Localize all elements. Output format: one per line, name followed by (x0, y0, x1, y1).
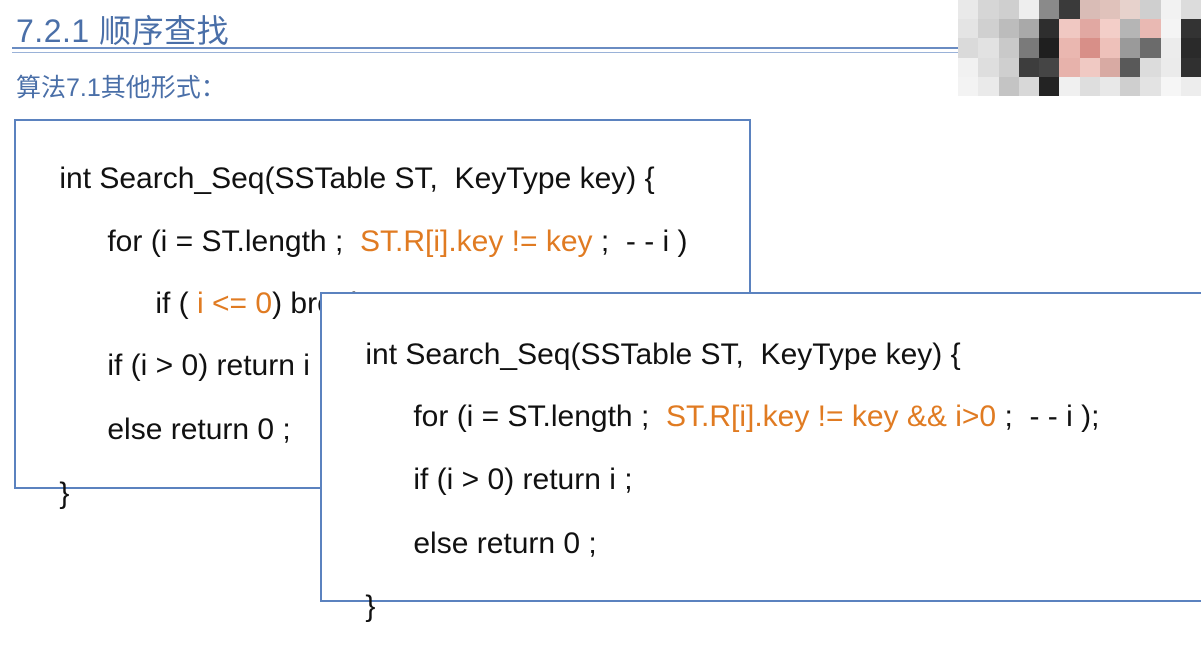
webcam-pixel (1140, 57, 1161, 77)
webcam-pixel (1099, 38, 1120, 58)
webcam-pixel (998, 0, 1019, 20)
webcam-pixel (958, 0, 979, 20)
code-text: if (i > 0) return i ; (107, 349, 327, 382)
webcam-pixel (1018, 76, 1039, 96)
webcam-pixel (1079, 0, 1100, 20)
webcam-pixel (1059, 0, 1080, 20)
webcam-pixel (978, 19, 999, 39)
code-text: if (i > 0) return i ; (413, 463, 633, 496)
webcam-pixel (1180, 0, 1201, 20)
webcam-pixel (1120, 57, 1141, 77)
webcam-pixel (1120, 19, 1141, 39)
webcam-pixel (1079, 19, 1100, 39)
webcam-pixel (978, 38, 999, 58)
webcam-pixel (1140, 0, 1161, 20)
webcam-pixel (1120, 38, 1141, 58)
webcam-pixel (958, 57, 979, 77)
webcam-pixel (1059, 19, 1080, 39)
webcam-pixel (958, 38, 979, 58)
slide-title: 7.2.1 顺序查找 (16, 13, 230, 49)
webcam-pixel (1160, 76, 1181, 96)
webcam-pixel (1099, 57, 1120, 77)
webcam-pixel (1059, 76, 1080, 96)
webcam-pixel (1039, 57, 1060, 77)
webcam-pixel (1018, 0, 1039, 20)
title-underline (12, 47, 960, 49)
webcam-pixel (1180, 76, 1201, 96)
code-text: else return 0 ; (413, 527, 597, 560)
slide-subtitle: 算法7.1其他形式： (16, 74, 226, 102)
code-highlight: ST.R[i].key != key && i>0 (665, 400, 997, 433)
webcam-pixel (1018, 57, 1039, 77)
webcam-pixel (998, 38, 1019, 58)
code-line: } (26, 443, 69, 545)
code-box-algorithm-variant-2: int Search_Seq(SSTable ST, KeyType key) … (320, 292, 1201, 623)
webcam-pixel (1160, 19, 1181, 39)
webcam-pixel (1140, 38, 1161, 58)
webcam-pixel (1160, 0, 1181, 20)
webcam-pixel (1180, 57, 1201, 77)
code-text: ; - - i ); (996, 400, 1100, 433)
webcam-pixel (1140, 76, 1161, 96)
webcam-pixel (1099, 76, 1120, 96)
webcam-pixel (1079, 76, 1100, 96)
webcam-pixel (1160, 38, 1181, 58)
webcam-pixel (958, 19, 979, 39)
webcam-pixel (978, 57, 999, 77)
webcam-pixel (1160, 57, 1181, 77)
webcam-thumbnail (958, 0, 1201, 96)
webcam-pixel (1039, 38, 1060, 58)
webcam-pixel (1120, 0, 1141, 20)
webcam-pixel (958, 76, 979, 96)
code-text: } (365, 590, 376, 623)
webcam-pixel (1018, 38, 1039, 58)
webcam-pixel (1039, 19, 1060, 39)
webcam-pixel (1099, 19, 1120, 39)
webcam-pixel (1099, 0, 1120, 20)
code-line: else return 0 ; (380, 493, 597, 595)
webcam-pixel (978, 76, 999, 96)
title-underline-secondary (12, 52, 960, 53)
webcam-pixel (1039, 76, 1060, 96)
code-text: ; - - i ) (592, 225, 688, 258)
code-highlight: ST.R[i].key != key (359, 225, 593, 258)
webcam-pixel (978, 0, 999, 20)
webcam-pixel (1180, 19, 1201, 39)
code-text: } (59, 477, 70, 510)
code-line: } (332, 556, 375, 658)
webcam-pixel (1018, 19, 1039, 39)
webcam-pixel (998, 76, 1019, 96)
webcam-pixel (1079, 38, 1100, 58)
webcam-pixel (1120, 76, 1141, 96)
webcam-pixel (998, 57, 1019, 77)
webcam-pixel (998, 19, 1019, 39)
webcam-pixel (1079, 57, 1100, 77)
webcam-pixel (1059, 57, 1080, 77)
code-text: else return 0 ; (107, 413, 291, 446)
webcam-pixel (1039, 0, 1060, 20)
webcam-pixel (1059, 38, 1080, 58)
webcam-pixel (1180, 38, 1201, 58)
webcam-pixel (1140, 19, 1161, 39)
code-line: else return 0 ; (74, 379, 291, 481)
